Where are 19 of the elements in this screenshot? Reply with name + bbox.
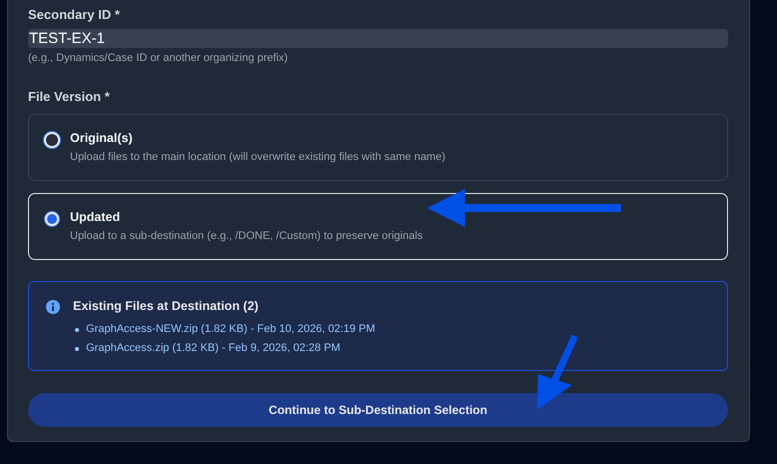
input-field[interactable]: TEST-EX-1 xyxy=(28,29,728,48)
info-icon xyxy=(46,300,60,314)
field-hint: (e.g., Dynamics/Case ID or another organizing prefix) xyxy=(28,52,289,64)
option-title: Original(s) xyxy=(70,131,134,145)
bullet-icon xyxy=(75,346,79,350)
field-label: File Version * xyxy=(28,89,111,105)
bullet-icon xyxy=(75,328,79,332)
radio-option[interactable]: Original(s) Upload files to the main location (will overwrite existing files with same name) xyxy=(28,114,728,181)
option-description: Upload to a sub-destination (e.g., /DONE, /Custom) to preserve originals xyxy=(70,230,423,242)
continue-button[interactable]: Continue to Sub-Destination Selection xyxy=(28,393,728,427)
file-entry: GraphAccess.zip (1.82 KB) - Feb 9, 2026, 02:28 PM xyxy=(86,341,340,356)
radio-button[interactable] xyxy=(45,212,59,226)
file-entry: GraphAccess-NEW.zip (1.82 KB) - Feb 10, 2026, 02:19 PM xyxy=(86,322,376,337)
option-title: Updated xyxy=(70,210,121,224)
radio-option[interactable]: Updated Upload to a sub-destination (e.g., /DONE, /Custom) to preserve originals xyxy=(28,193,728,260)
radio-button[interactable] xyxy=(44,132,60,148)
info-title: Existing Files at Destination (2) xyxy=(73,299,260,313)
field-label: Secondary ID * xyxy=(28,7,121,23)
option-description: Upload files to the main location (will overwrite existing files with same name) xyxy=(70,151,446,163)
